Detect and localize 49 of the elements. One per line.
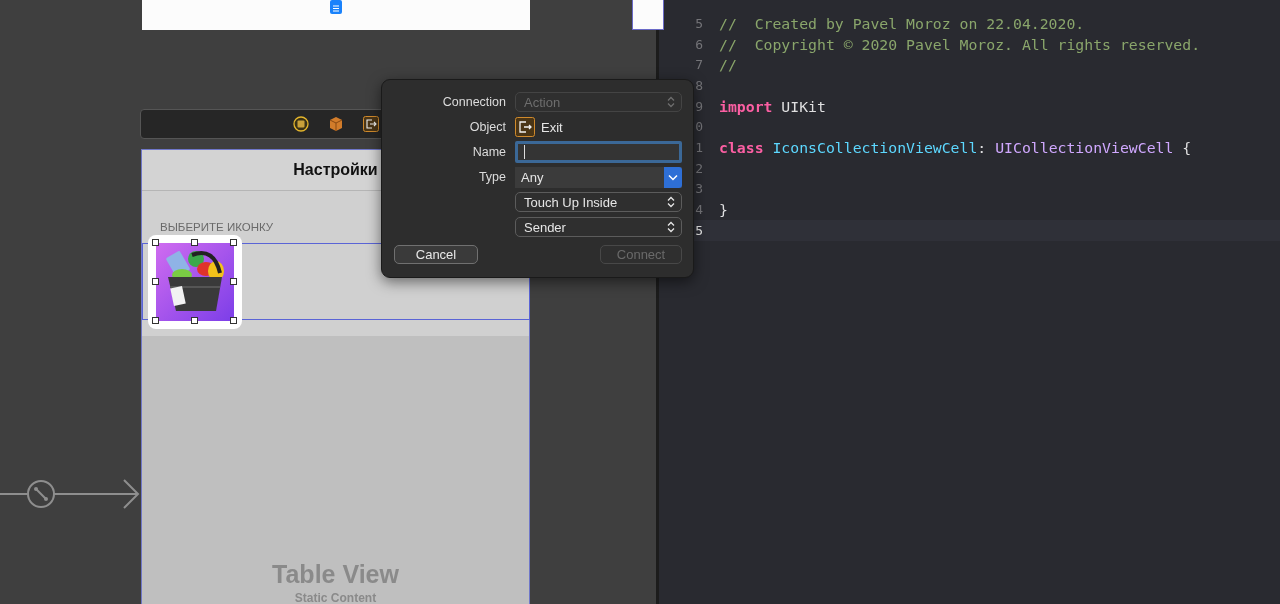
cancel-button[interactable]: Cancel: [394, 245, 478, 264]
basket-icon: [156, 243, 234, 321]
object-name: Exit: [541, 119, 563, 135]
resize-handle[interactable]: [230, 317, 237, 324]
section-header: ВЫБЕРИТЕ ИКОНКУ: [160, 221, 274, 233]
dropdown-button[interactable]: [664, 166, 682, 188]
up-down-arrows-icon: [667, 221, 675, 233]
popup-button[interactable]: Sender: [515, 217, 682, 237]
code-line: // Copyright © 2020 Pavel Moroz. All rights reserved.: [719, 35, 1201, 53]
type-combo-box[interactable]: Any: [515, 166, 682, 188]
line-number: 4: [694, 202, 703, 218]
line-number: 3: [694, 181, 703, 197]
name-field[interactable]: [515, 141, 682, 163]
resize-handle[interactable]: [230, 239, 237, 246]
icon-cell[interactable]: [148, 235, 242, 329]
chevron-down-icon: [668, 173, 678, 181]
line-number: 9: [694, 98, 703, 114]
line-number: 2: [694, 160, 703, 176]
exit-icon: [515, 117, 535, 137]
line-number: 0: [694, 119, 703, 135]
code-line: // Created by Pavel Moroz on 22.04.2020.: [719, 14, 1085, 32]
view-controller-icon[interactable]: [293, 116, 309, 132]
line-number: 1: [694, 139, 703, 155]
code-line: //: [719, 56, 737, 74]
resize-handle[interactable]: [191, 239, 198, 246]
up-down-arrows-icon: [667, 96, 675, 108]
code-line: }: [719, 201, 728, 219]
line-number: 5: [694, 222, 703, 238]
resize-handle[interactable]: [152, 317, 159, 324]
line-number: 5: [694, 15, 703, 31]
line-number: 8: [694, 77, 703, 93]
navigation-title: Настройки: [293, 161, 378, 179]
popup-button[interactable]: Touch Up Inside: [515, 192, 682, 212]
resize-handle[interactable]: [152, 278, 159, 285]
line-number: 7: [694, 57, 703, 73]
up-down-arrows-icon: [667, 196, 675, 208]
field-label: Object: [469, 120, 506, 134]
exit-icon[interactable]: [363, 116, 379, 132]
resize-handle[interactable]: [152, 239, 159, 246]
field-label: Type: [478, 170, 506, 184]
resize-handle[interactable]: [191, 317, 198, 324]
field-label: Name: [472, 145, 506, 159]
field-label: Connection: [442, 95, 506, 109]
scene-view: [632, 0, 664, 30]
resize-handle[interactable]: [230, 278, 237, 285]
code-line: import UIKit: [719, 97, 826, 115]
code-line: class IconsCollectionViewCell: UICollectionViewCell {: [719, 138, 1192, 156]
cube-icon[interactable]: [328, 116, 344, 132]
line-number: 6: [694, 36, 703, 52]
